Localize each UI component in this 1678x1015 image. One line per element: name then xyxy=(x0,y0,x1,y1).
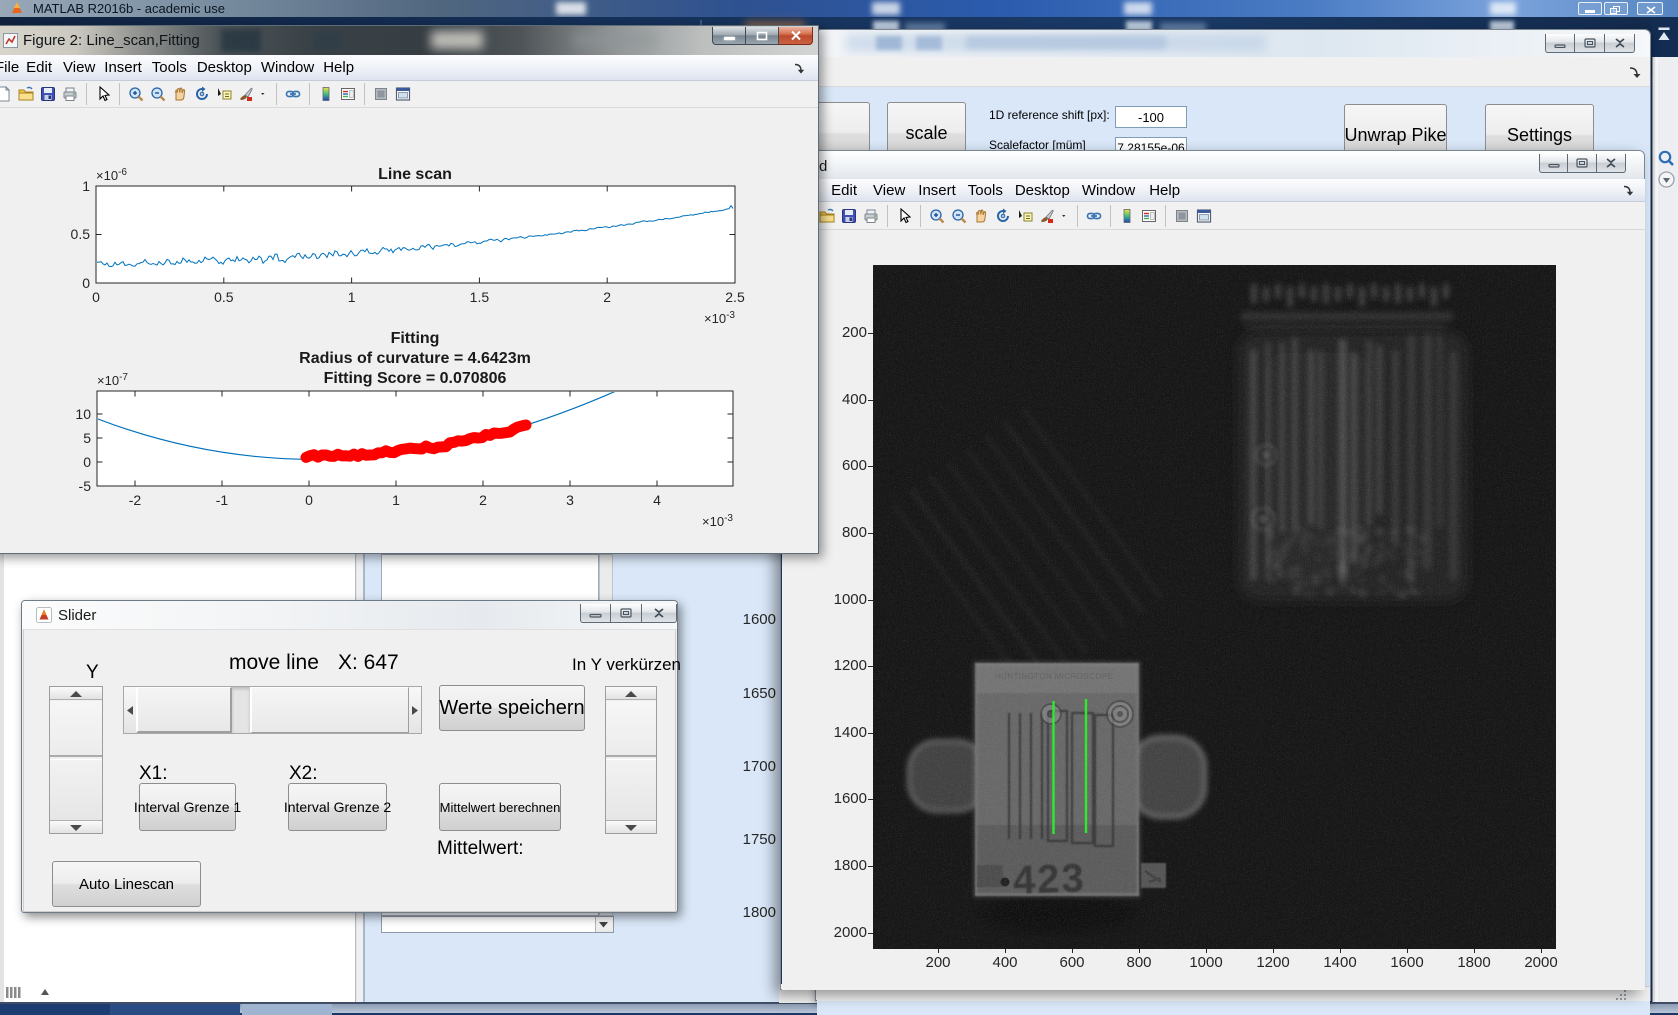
svg-text:2: 2 xyxy=(479,492,487,508)
svg-text:0.5: 0.5 xyxy=(71,226,91,242)
svg-text:-5: -5 xyxy=(79,478,92,494)
svg-text:10: 10 xyxy=(75,406,91,422)
svg-text:Radius of curvature = 4.6423m: Radius of curvature = 4.6423m xyxy=(299,350,531,367)
svg-text:-1: -1 xyxy=(216,492,229,508)
svg-text:1: 1 xyxy=(348,289,356,305)
svg-text:1: 1 xyxy=(392,492,400,508)
svg-text:1: 1 xyxy=(82,178,90,194)
svg-text:1.5: 1.5 xyxy=(470,289,490,305)
svg-text:Fitting: Fitting xyxy=(391,330,440,347)
svg-text:Fitting Score = 0.070806: Fitting Score = 0.070806 xyxy=(324,370,507,387)
svg-text:2: 2 xyxy=(603,289,611,305)
svg-text:0: 0 xyxy=(83,454,91,470)
svg-text:0: 0 xyxy=(92,289,100,305)
svg-text:3: 3 xyxy=(566,492,574,508)
svg-text:Line scan: Line scan xyxy=(378,166,452,183)
svg-text:0: 0 xyxy=(82,275,90,291)
svg-text:5: 5 xyxy=(83,430,91,446)
svg-text:0.5: 0.5 xyxy=(214,289,234,305)
svg-text:0: 0 xyxy=(305,492,313,508)
svg-text:4: 4 xyxy=(653,492,661,508)
svg-text:-2: -2 xyxy=(129,492,142,508)
svg-text:2.5: 2.5 xyxy=(725,289,745,305)
